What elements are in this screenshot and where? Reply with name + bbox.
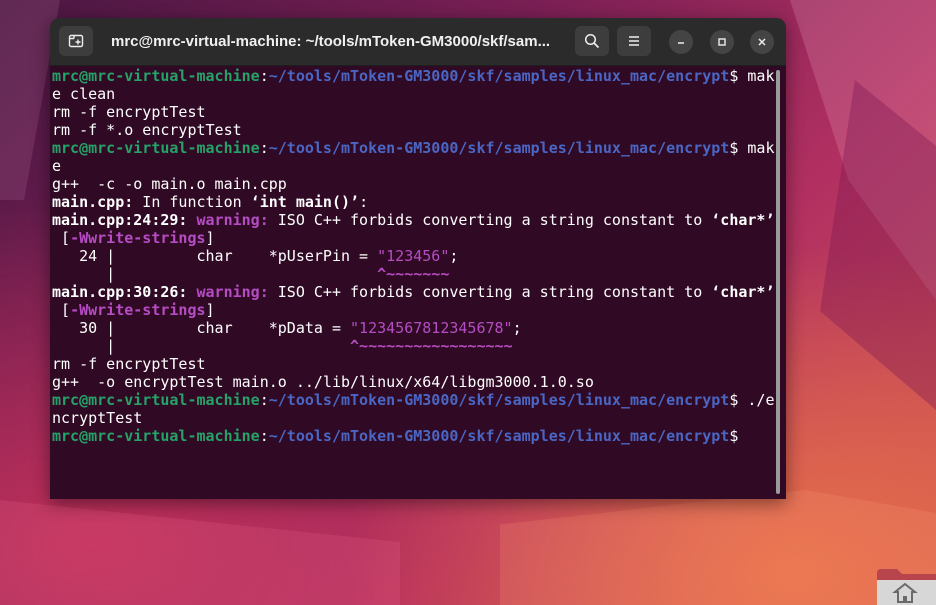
terminal-line: | ^~~~~~~~~~~~~~~~~~ [52,337,513,355]
terminal-line: rm -f encryptTest [52,103,206,121]
terminal-line: 24 | char *pUserPin = "123456"; [52,247,459,265]
terminal-line: [-Wwrite-strings] [52,301,215,319]
terminal-line: [-Wwrite-strings] [52,229,215,247]
search-icon [584,33,600,49]
terminal-output[interactable]: mrc@mrc-virtual-machine:~/tools/mToken-G… [52,67,775,495]
terminal-line: rm -f *.o encryptTest [52,121,242,139]
maximize-button[interactable] [710,30,734,54]
terminal-line: mrc@mrc-virtual-machine:~/tools/mToken-G… [52,139,775,157]
new-tab-button[interactable] [59,26,93,56]
terminal-line: ncryptTest [52,409,143,427]
terminal-line: 30 | char *pData = "1234567812345678"; [52,319,522,337]
terminal-line: g++ -o encryptTest main.o ../lib/linux/x… [52,373,594,391]
window-title: mrc@mrc-virtual-machine: ~/tools/mToken-… [111,33,551,50]
minimize-icon [678,42,684,44]
terminal-line: main.cpp:24:29: warning: ISO C++ forbids… [52,211,775,229]
home-folder-icon [877,569,936,605]
terminal-line: mrc@mrc-virtual-machine:~/tools/mToken-G… [52,391,775,409]
close-button[interactable] [750,30,774,54]
home-folder[interactable] [875,567,936,605]
new-tab-icon [68,34,84,48]
terminal-line: rm -f encryptTest [52,355,206,373]
minimize-button[interactable] [669,30,693,54]
terminal-line: e [52,157,62,175]
close-icon [758,38,766,46]
wallpaper-facet [500,490,936,605]
terminal-line: main.cpp: In function ‘int main()’: [52,193,369,211]
terminal-line: g++ -c -o main.o main.cpp [52,175,287,193]
title-bar[interactable]: mrc@mrc-virtual-machine: ~/tools/mToken-… [50,18,786,66]
terminal-line: e clean [52,85,116,103]
wallpaper-facet [0,500,400,605]
terminal-line: mrc@mrc-virtual-machine:~/tools/mToken-G… [52,427,739,445]
maximize-icon [718,38,726,46]
terminal-line: mrc@mrc-virtual-machine:~/tools/mToken-G… [52,67,775,85]
terminal-line: main.cpp:30:26: warning: ISO C++ forbids… [52,283,775,301]
menu-button[interactable] [617,26,651,56]
terminal-window: mrc@mrc-virtual-machine: ~/tools/mToken-… [50,18,786,499]
terminal-line: | ^~~~~~~~ [52,265,450,283]
terminal-scrollbar[interactable] [776,70,780,494]
hamburger-menu-icon [629,36,639,46]
search-button[interactable] [575,26,609,56]
